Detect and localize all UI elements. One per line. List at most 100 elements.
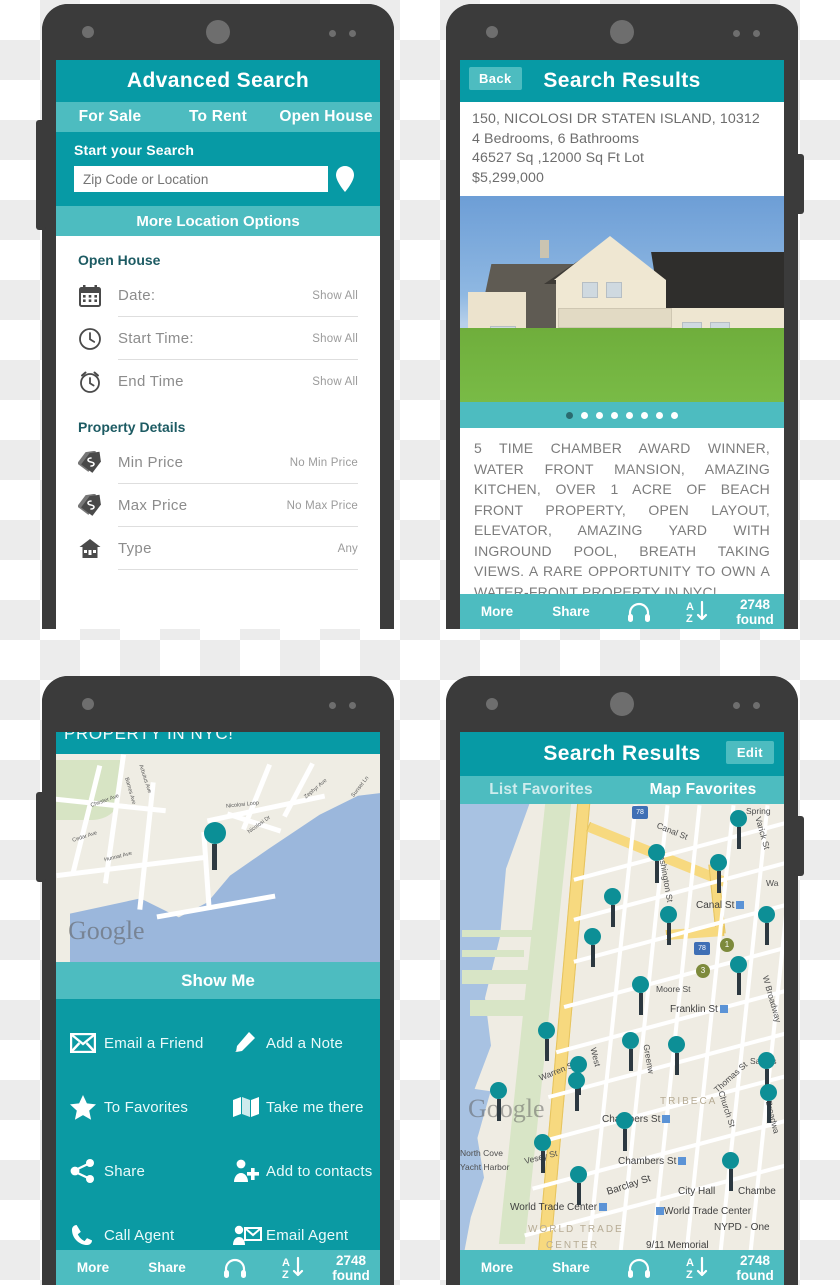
filter-label-max-price: Max Price [118, 497, 188, 514]
action-row: To Favorites Take me there [56, 1075, 380, 1139]
share-button[interactable]: Share [534, 604, 608, 619]
share-button[interactable]: Share [130, 1260, 204, 1275]
gallery-dot[interactable] [626, 411, 633, 419]
filter-row-start-time[interactable]: Start Time: Show All [78, 317, 358, 360]
map-marker[interactable] [648, 844, 665, 883]
map-marker[interactable] [730, 810, 747, 849]
filter-row-date[interactable]: Date: Show All [78, 274, 358, 317]
map-marker[interactable] [710, 854, 727, 893]
edit-button[interactable]: Edit [725, 741, 774, 764]
map-marker[interactable] [538, 1022, 555, 1061]
show-me-button[interactable]: Show Me [56, 962, 380, 999]
action-add-a-note[interactable]: Add a Note [218, 1011, 380, 1075]
tab-list-favorites[interactable]: List Favorites [460, 781, 622, 799]
action-to-favorites[interactable]: To Favorites [56, 1075, 218, 1139]
action-share[interactable]: Share [56, 1139, 218, 1203]
listing-photo[interactable] [460, 196, 784, 402]
gallery-dot[interactable] [566, 411, 573, 419]
listing-summary: 150, NICOLOSI DR STATEN ISLAND, 10312 4 … [460, 102, 784, 196]
filter-label-min-price: Min Price [118, 454, 184, 471]
route-circle-icon: 3 [696, 964, 710, 978]
phone1-screen: Advanced Search For Sale To Rent Open Ho… [56, 60, 380, 629]
action-label: Add to contacts [266, 1162, 373, 1180]
alarm-clock-icon [78, 370, 118, 394]
action-take-me-there[interactable]: Take me there [218, 1075, 380, 1139]
map-marker[interactable] [660, 906, 677, 945]
map-marker-stick [736, 827, 741, 849]
more-button[interactable]: More [460, 1260, 534, 1275]
phone3-bezel-top [42, 676, 394, 732]
map-marker-head [604, 888, 621, 905]
map-marker[interactable] [616, 1112, 633, 1151]
map-label: World Trade Center [654, 1206, 751, 1217]
search-input[interactable] [74, 166, 328, 192]
tab-for-sale[interactable]: For Sale [56, 108, 164, 126]
phone4-side-button[interactable] [794, 816, 804, 876]
gallery-dot[interactable] [671, 411, 678, 419]
map-marker[interactable] [570, 1166, 587, 1205]
favorites-map[interactable]: Spring Canal St Varick St Washington St … [460, 804, 784, 1250]
sort-az-icon[interactable]: A Z [266, 1255, 322, 1281]
property-details-section: Property Details Min Price No Min Price [56, 403, 380, 570]
route-circle-icon: 1 [720, 938, 734, 952]
gallery-dot[interactable] [641, 411, 648, 419]
filter-row-end-time[interactable]: End Time Show All [78, 360, 358, 403]
map-marker[interactable] [534, 1134, 551, 1173]
filter-row-max-price[interactable]: Max Price No Max Price [78, 484, 358, 527]
page-title: Search Results [543, 742, 701, 765]
gallery-dot[interactable] [611, 411, 618, 419]
map-marker-stick [628, 1049, 633, 1071]
map-area-label: CENTER [546, 1240, 600, 1250]
map-marker[interactable] [490, 1082, 507, 1121]
map-pier [470, 1000, 528, 1016]
action-email-a-friend[interactable]: Email a Friend [56, 1011, 218, 1075]
map-marker[interactable] [632, 976, 649, 1015]
tab-open-house[interactable]: Open House [272, 108, 380, 126]
share-button[interactable]: Share [534, 1260, 608, 1275]
listing-size: 46527 Sq ,12000 Sq Ft Lot [472, 150, 645, 166]
map-marker[interactable] [622, 1032, 639, 1071]
gallery-dot[interactable] [596, 411, 603, 419]
map-pier [462, 930, 534, 937]
svg-text:A: A [282, 1257, 290, 1269]
more-location-options-button[interactable]: More Location Options [56, 206, 380, 236]
map-pin-icon[interactable] [328, 166, 362, 192]
map-marker-head [570, 1166, 587, 1183]
tab-map-favorites[interactable]: Map Favorites [622, 781, 784, 799]
gallery-dot[interactable] [581, 411, 588, 419]
map-road [137, 782, 156, 910]
more-button[interactable]: More [460, 604, 534, 619]
map-marker-head [622, 1032, 639, 1049]
tab-to-rent[interactable]: To Rent [164, 108, 272, 126]
action-add-to-contacts[interactable]: Add to contacts [218, 1139, 380, 1203]
map-marker[interactable] [604, 888, 621, 927]
map-marker-stick [574, 1089, 579, 1111]
map-marker[interactable] [668, 1036, 685, 1075]
filter-row-type[interactable]: Type Any [78, 527, 358, 570]
sort-az-icon[interactable]: A Z [670, 1255, 726, 1281]
headphones-icon[interactable] [204, 1258, 266, 1278]
map-pier [462, 970, 528, 984]
map-marker[interactable] [568, 1072, 585, 1111]
more-button[interactable]: More [56, 1260, 130, 1275]
listing-beds-baths: 4 Bedrooms, 6 Bathrooms [472, 130, 640, 147]
gallery-dot[interactable] [656, 411, 663, 419]
map-marker[interactable] [758, 906, 775, 945]
headphones-icon[interactable] [608, 602, 670, 622]
phone-advanced-search: Advanced Search For Sale To Rent Open Ho… [36, 4, 394, 629]
map-marker[interactable] [730, 956, 747, 995]
headphones-icon[interactable] [608, 1258, 670, 1278]
filter-row-min-price[interactable]: Min Price No Min Price [78, 441, 358, 484]
map-marker[interactable] [584, 928, 601, 967]
gallery-dots[interactable] [460, 402, 784, 428]
back-button[interactable]: Back [469, 67, 522, 90]
map-marker[interactable] [722, 1152, 739, 1191]
phone1-side-button[interactable] [36, 120, 46, 230]
phone2-side-button[interactable] [794, 154, 804, 214]
map-marker[interactable] [760, 1084, 777, 1123]
property-location-map[interactable]: Arbutus Ave Bames Ave Cedar Ave Nicolosi… [56, 754, 380, 962]
filter-label-start-time: Start Time: [118, 330, 194, 347]
phone3-side-button[interactable] [36, 792, 46, 882]
sort-az-icon[interactable]: A Z [670, 599, 726, 625]
bottom-action-bar: More Share A Z 2748 found [56, 1250, 380, 1285]
